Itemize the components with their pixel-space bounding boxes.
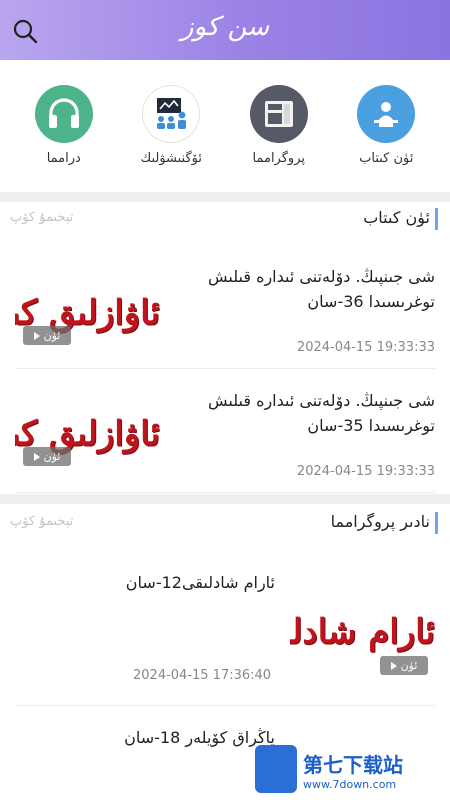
- item-date: 2024-04-15 19:33:33: [296, 464, 435, 479]
- play-icon: [33, 331, 40, 340]
- app-header: سن كوز: [0, 0, 450, 60]
- list-item[interactable]: ئاۋازلىق كىتاب ئۈن شى جىنپىڭ. دۆلەتنى ئى…: [15, 370, 435, 493]
- item-title: شى جىنپىڭ. دۆلەتنى ئىدارە قىلىش توغرىسىد…: [207, 267, 435, 311]
- category-audiobook[interactable]: ئۈن كىتاب: [336, 60, 436, 192]
- category-label: ئۈن كىتاب: [359, 151, 414, 166]
- category-label: ئۆگنىشۋلىك: [140, 151, 203, 166]
- category-program[interactable]: پروگرامما: [229, 60, 329, 192]
- thumbnail-art-text: ئارام شادلىقى: [290, 612, 435, 652]
- watermark: 第七下载站 www.7down.com: [255, 745, 450, 800]
- category-label: درامما: [46, 151, 81, 166]
- category-learning[interactable]: ئۆگنىشۋلىك: [121, 60, 221, 192]
- reader-icon: [357, 85, 416, 143]
- section-title: نادىر پروگرامما: [330, 512, 430, 531]
- section-title: ئۈن كىتاب: [363, 208, 430, 227]
- item-date: 2024-04-15 19:33:33: [296, 340, 435, 355]
- audio-badge: ئۈن: [23, 447, 71, 466]
- headphones-icon: [34, 85, 93, 143]
- list-item[interactable]: ئاۋازلىق كىتاب ئۈن شى جىنپىڭ. دۆلەتنى ئى…: [15, 246, 435, 369]
- list-item[interactable]: ئارام شادلىقى ئۈن ئارام شادلىقى12-سان 20…: [15, 552, 435, 706]
- audio-badge: ئۈن: [380, 656, 428, 675]
- section-accent-bar: [435, 208, 438, 230]
- thumbnail: ئاۋازلىق كىتاب ئۈن: [15, 392, 160, 470]
- classroom-icon: [142, 85, 201, 143]
- thumbnail: ئارام شادلىقى ئۈن: [290, 577, 435, 682]
- item-date: 2024-04-15 17:36:40: [133, 668, 272, 683]
- item-title: ياڭراق كۆيلەر 18-سان: [124, 728, 275, 747]
- category-drama[interactable]: درامما: [14, 60, 114, 192]
- more-link[interactable]: تېخىمۇ كۆپ: [10, 514, 73, 529]
- play-icon: [33, 452, 40, 461]
- section-accent-bar: [435, 512, 438, 534]
- section-header-audiobook: ئۈن كىتاب تېخىمۇ كۆپ: [0, 196, 450, 242]
- category-row: درامما ئۆگنىشۋلىك پروگرامما ئۈن كىتاب: [0, 60, 450, 192]
- item-title: شى جىنپىڭ. دۆلەتنى ئىدارە قىلىش توغرىسىد…: [207, 391, 435, 435]
- watermark-url: www.7down.com: [303, 778, 397, 791]
- audio-badge: ئۈن: [23, 326, 71, 345]
- watermark-logo-icon: [255, 745, 297, 793]
- category-label: پروگرامما: [252, 151, 305, 166]
- play-icon: [390, 661, 397, 670]
- thumbnail: ئاۋازلىق كىتاب ئۈن: [15, 271, 160, 349]
- item-title: ئارام شادلىقى12-سان: [125, 573, 275, 592]
- radio-icon: [249, 85, 308, 143]
- watermark-title: 第七下载站: [303, 753, 403, 777]
- more-link[interactable]: تېخىمۇ كۆپ: [10, 210, 73, 225]
- section-header-programs: نادىر پروگرامما تېخىمۇ كۆپ: [0, 500, 450, 546]
- app-logo: سن كوز: [180, 12, 270, 42]
